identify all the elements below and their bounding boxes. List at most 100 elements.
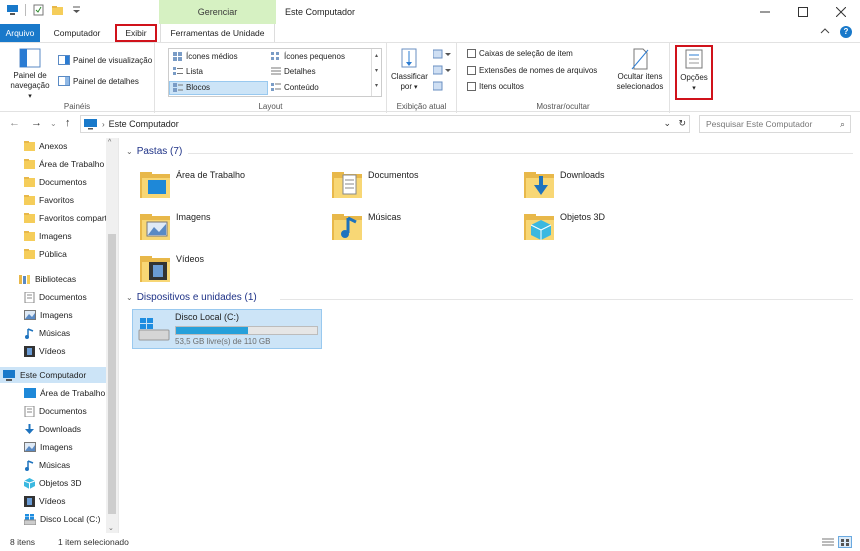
back-button[interactable]: ←: [9, 117, 20, 129]
breadcrumb[interactable]: Este Computador: [109, 119, 179, 129]
nav-item[interactable]: Imagens: [24, 228, 72, 244]
group-label-mostrar-ocultar: Mostrar/ocultar: [536, 102, 590, 111]
folder-tile[interactable]: Vídeos: [140, 252, 204, 284]
nav-item[interactable]: Documentos: [24, 403, 87, 419]
content-area: ⌄ Pastas (7) Área de Trabalho Documentos D…: [120, 138, 860, 533]
hide-selected-button[interactable]: Ocultar itens selecionados: [611, 47, 669, 92]
refresh-icon[interactable]: ↻: [678, 118, 686, 129]
navigation-pane-scrollbar[interactable]: ^ ⌄: [106, 138, 118, 533]
nav-item[interactable]: Músicas: [24, 325, 70, 341]
hidden-items-toggle[interactable]: Itens ocultos: [467, 82, 524, 91]
recent-locations-button[interactable]: ⌄: [50, 119, 57, 128]
details-pane-button[interactable]: Painel de detalhes: [58, 76, 139, 86]
layout-blocos[interactable]: Blocos: [173, 83, 210, 92]
minimize-button[interactable]: [746, 0, 784, 24]
help-icon[interactable]: ?: [840, 26, 852, 38]
options-label: Opções: [680, 73, 708, 82]
tab-computador[interactable]: Computador: [46, 24, 108, 42]
nav-item[interactable]: Este Computador: [0, 367, 116, 383]
options-button[interactable]: Opções ▾: [677, 48, 711, 94]
sort-by-button[interactable]: Classificar por ▾: [391, 47, 428, 93]
nav-item-label: Área de Trabalho: [39, 159, 105, 169]
folder-tile[interactable]: Documentos: [332, 168, 419, 200]
music-folder-icon: [332, 210, 362, 242]
size-columns-icon[interactable]: [433, 81, 451, 91]
nav-item[interactable]: Músicas: [24, 457, 70, 473]
address-dropdown-icon[interactable]: ⌄: [663, 118, 671, 129]
folder-tile[interactable]: Imagens: [140, 210, 211, 242]
nav-item[interactable]: Objetos 3D: [24, 475, 82, 491]
computer-icon: [6, 4, 19, 16]
nav-item[interactable]: Anexos: [24, 138, 67, 154]
layout-gallery-scroll[interactable]: ▴ ▾ ▾: [371, 49, 381, 96]
file-extensions-toggle[interactable]: Extensões de nomes de arquivos: [467, 66, 597, 75]
add-columns-icon[interactable]: [433, 65, 451, 75]
layout-icones-medios[interactable]: Ícones médios: [173, 52, 238, 61]
drive-tile[interactable]: Disco Local (C:) 53,5 GB livre(s) de 110…: [132, 309, 322, 349]
layout-detalhes[interactable]: Detalhes: [271, 67, 316, 76]
forward-button[interactable]: →: [31, 117, 42, 129]
preview-pane-button[interactable]: Painel de visualização: [58, 55, 152, 65]
ribbon: Painel de navegação ▾ Painel de visualiz…: [0, 42, 860, 113]
layout-lista[interactable]: Lista: [173, 67, 203, 76]
file-extensions-checkbox[interactable]: [467, 66, 476, 75]
nav-item[interactable]: Pública: [24, 246, 67, 262]
item-checkboxes-checkbox[interactable]: [467, 49, 476, 58]
nav-item-label: Downloads: [39, 424, 82, 434]
navigation-pane-button[interactable]: Painel de navegação ▾: [6, 47, 54, 102]
drive-usage-bar: [175, 326, 318, 335]
scrollbar-thumb[interactable]: [108, 234, 116, 514]
group-by-icon[interactable]: [433, 49, 451, 59]
breadcrumb-chevron-icon[interactable]: ›: [102, 120, 105, 129]
tab-exibir[interactable]: Exibir: [115, 24, 157, 42]
folder-tile[interactable]: Objetos 3D: [524, 210, 605, 242]
nav-item[interactable]: Disco Local (C:): [24, 511, 100, 527]
layout-icones-pequenos[interactable]: Ícones pequenos: [271, 52, 345, 61]
section-header-pastas[interactable]: ⌄ Pastas (7): [126, 146, 182, 157]
nav-item[interactable]: Área de Trabalho: [24, 385, 105, 401]
search-input[interactable]: Pesquisar Este Computador ⌕: [699, 115, 851, 133]
tab-ferramentas-de-unidade[interactable]: Ferramentas de Unidade: [160, 24, 275, 42]
large-icons-view-icon[interactable]: [838, 536, 852, 548]
nav-item[interactable]: Imagens: [24, 307, 73, 323]
ribbon-collapse-icon[interactable]: [820, 26, 830, 38]
computer-icon: [2, 369, 16, 381]
customize-qat-icon[interactable]: [70, 4, 83, 16]
nav-item[interactable]: Downloads: [24, 421, 81, 437]
nav-item[interactable]: Favoritos: [24, 192, 74, 208]
nav-item-label: Imagens: [40, 442, 73, 452]
close-button[interactable]: [822, 0, 860, 24]
address-bar[interactable]: › Este Computador ⌄ ↻: [80, 115, 690, 133]
nav-item[interactable]: Área de Trabalho: [24, 156, 104, 172]
hide-selected-icon: [631, 48, 649, 70]
folder-tile[interactable]: Músicas: [332, 210, 401, 242]
collapse-chevron-icon[interactable]: ⌄: [126, 147, 133, 156]
nav-item[interactable]: Favoritos compartilhados: [24, 210, 118, 226]
videos-folder-icon: [140, 252, 170, 284]
nav-item[interactable]: Bibliotecas: [18, 271, 76, 287]
layout-gallery: Ícones médios Ícones pequenos Lista Deta…: [168, 48, 382, 97]
maximize-button[interactable]: [784, 0, 822, 24]
nav-item[interactable]: Documentos: [24, 174, 87, 190]
properties-icon[interactable]: [32, 4, 45, 16]
nav-item[interactable]: Imagens: [24, 439, 73, 455]
folder-tile[interactable]: Downloads: [524, 168, 605, 200]
nav-item[interactable]: Vídeos: [24, 343, 65, 359]
section-header-dispositivos[interactable]: ⌄ Dispositivos e unidades (1): [126, 292, 257, 303]
details-view-icon[interactable]: [822, 537, 834, 549]
up-button[interactable]: ↑: [65, 117, 71, 129]
folder-tile[interactable]: Área de Trabalho: [140, 168, 245, 200]
status-bar: 8 itens 1 item selecionado: [0, 533, 860, 551]
nav-item[interactable]: Documentos: [24, 289, 87, 305]
nav-item[interactable]: Vídeos: [24, 493, 65, 509]
new-folder-icon[interactable]: [51, 4, 64, 16]
collapse-chevron-icon[interactable]: ⌄: [126, 293, 133, 302]
item-checkboxes-toggle[interactable]: Caixas de seleção de item: [467, 49, 573, 58]
hidden-items-checkbox[interactable]: [467, 82, 476, 91]
layout-conteudo[interactable]: Conteúdo: [271, 83, 319, 92]
item-count: 8 itens: [10, 537, 36, 547]
folder-icon: [24, 195, 35, 205]
pictures-folder-icon: [140, 210, 170, 242]
documents-icon: [24, 405, 35, 417]
tab-arquivo[interactable]: Arquivo: [0, 24, 40, 42]
